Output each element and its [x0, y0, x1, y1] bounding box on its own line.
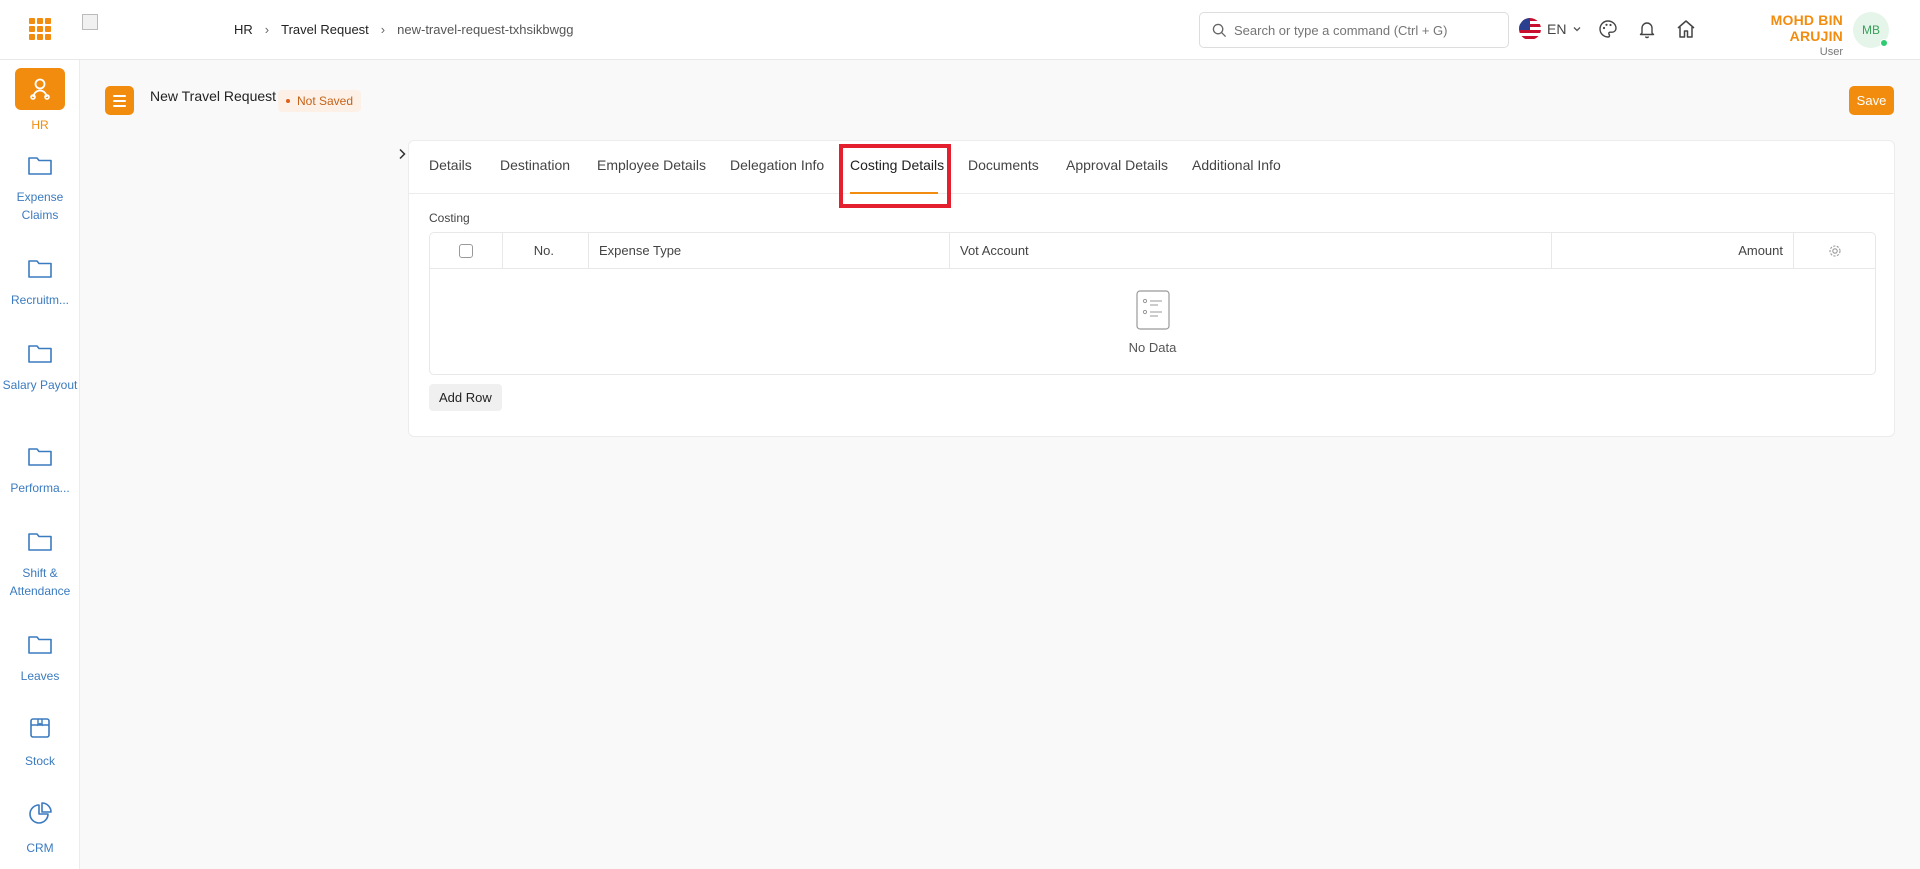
language-code: EN — [1547, 21, 1567, 37]
sidebar-item-recruitment[interactable]: Recruitm... — [0, 257, 79, 309]
online-status-dot — [1880, 39, 1888, 47]
column-header-no: No. — [503, 233, 589, 268]
logo-image[interactable] — [82, 14, 98, 30]
home-icon[interactable] — [1674, 17, 1698, 41]
sidebar-item-label: Performa... — [10, 481, 70, 495]
highlight-box — [839, 144, 951, 208]
sidebar-item-performance[interactable]: Performa... — [0, 445, 79, 497]
sidebar-item-label: Salary Payout — [2, 378, 78, 392]
sidebar-item-stock[interactable]: Stock — [0, 716, 79, 770]
sidebar-item-hr[interactable]: HR — [0, 68, 79, 134]
sidebar-item-crm[interactable]: CRM — [0, 801, 79, 857]
sidebar-item-label: HR — [31, 118, 49, 132]
costing-table: No. Expense Type Vot Account Amount No D… — [429, 232, 1876, 375]
pie-chart-icon — [29, 802, 52, 824]
top-bar: HR › Travel Request › new-travel-request… — [0, 0, 1920, 60]
sidebar-item-label: CRM — [26, 841, 54, 855]
sidebar-item-label: Leaves — [20, 669, 60, 683]
bell-icon[interactable] — [1635, 17, 1659, 41]
folder-icon — [28, 345, 52, 363]
table-header: No. Expense Type Vot Account Amount — [430, 233, 1875, 269]
page-title: New Travel Request — [150, 88, 277, 104]
hr-icon — [15, 68, 65, 110]
column-header-vot-account: Vot Account — [950, 233, 1552, 268]
column-settings-cell — [1794, 233, 1876, 268]
tab-employee-details[interactable]: Employee Details — [597, 157, 706, 173]
sidebar-item-salary-payout[interactable]: Salary Payout — [0, 342, 79, 394]
language-selector[interactable]: EN — [1519, 18, 1582, 40]
add-row-button[interactable]: Add Row — [429, 384, 502, 411]
user-name: MOHD BIN ARUJIN — [1770, 12, 1843, 44]
folder-icon — [28, 448, 52, 466]
folder-icon — [28, 533, 52, 551]
folder-icon — [28, 636, 52, 654]
sidebar-item-shift-attendance[interactable]: Shift & Attendance — [0, 530, 79, 600]
chevron-right-icon: › — [380, 22, 386, 37]
column-header-amount: Amount — [1552, 233, 1794, 268]
tab-details[interactable]: Details — [429, 157, 472, 173]
status-badge: Not Saved — [278, 90, 362, 112]
search-box[interactable] — [1199, 12, 1509, 48]
user-info[interactable]: MOHD BIN ARUJIN User — [1717, 12, 1843, 58]
box-icon — [30, 718, 50, 738]
us-flag-icon — [1519, 18, 1541, 40]
search-input[interactable] — [1234, 22, 1494, 38]
folder-icon — [28, 157, 52, 175]
select-all-cell — [430, 233, 503, 268]
section-label: Costing — [429, 211, 470, 225]
sidebar-item-leaves[interactable]: Leaves — [0, 633, 79, 685]
chevron-right-icon — [399, 148, 406, 160]
palette-icon[interactable] — [1596, 17, 1620, 41]
menu-toggle-button[interactable] — [105, 86, 134, 115]
tab-destination[interactable]: Destination — [500, 157, 570, 173]
column-header-expense-type: Expense Type — [589, 233, 950, 268]
tab-approval-details[interactable]: Approval Details — [1066, 157, 1168, 173]
avatar[interactable]: MB — [1853, 12, 1889, 48]
sidebar-item-label: Recruitm... — [10, 293, 69, 307]
active-tab-indicator — [850, 192, 938, 194]
select-all-checkbox[interactable] — [459, 243, 473, 258]
breadcrumb: HR › Travel Request › new-travel-request… — [234, 22, 573, 37]
tab-costing-details[interactable]: Costing Details — [850, 157, 944, 173]
user-role: User — [1819, 46, 1843, 58]
breadcrumb-travel-request[interactable]: Travel Request — [281, 22, 369, 37]
breadcrumb-hr[interactable]: HR — [234, 22, 253, 37]
tab-bar: Details Destination Employee Details Del… — [409, 141, 1894, 208]
folder-icon — [28, 260, 52, 278]
breadcrumb-current: new-travel-request-txhsikbwgg — [397, 22, 574, 37]
tab-delegation-info[interactable]: Delegation Info — [730, 157, 824, 173]
empty-state: No Data — [430, 269, 1875, 375]
apps-grid-icon[interactable] — [29, 18, 51, 40]
tab-additional-info[interactable]: Additional Info — [1192, 157, 1281, 173]
tab-documents[interactable]: Documents — [968, 157, 1039, 173]
gear-icon[interactable] — [1828, 244, 1842, 258]
sidebar-item-label: Expense Claims — [16, 190, 64, 222]
form-card: Details Destination Employee Details Del… — [408, 140, 1895, 437]
avatar-initials: MB — [1862, 23, 1880, 37]
sidebar-item-expense-claims[interactable]: Expense Claims — [0, 154, 79, 224]
chevron-right-icon: › — [264, 22, 270, 37]
empty-list-icon — [1135, 289, 1170, 330]
empty-state-text: No Data — [1128, 339, 1177, 355]
hamburger-icon — [113, 94, 126, 97]
save-button[interactable]: Save — [1849, 86, 1894, 115]
chevron-down-icon — [1573, 27, 1581, 32]
sidebar: HR Expense Claims Recruitm... Salary Pay… — [0, 60, 80, 869]
sidebar-item-label: Stock — [24, 754, 55, 768]
search-icon — [1212, 23, 1227, 37]
sidebar-item-label: Shift & Attendance — [9, 566, 71, 598]
